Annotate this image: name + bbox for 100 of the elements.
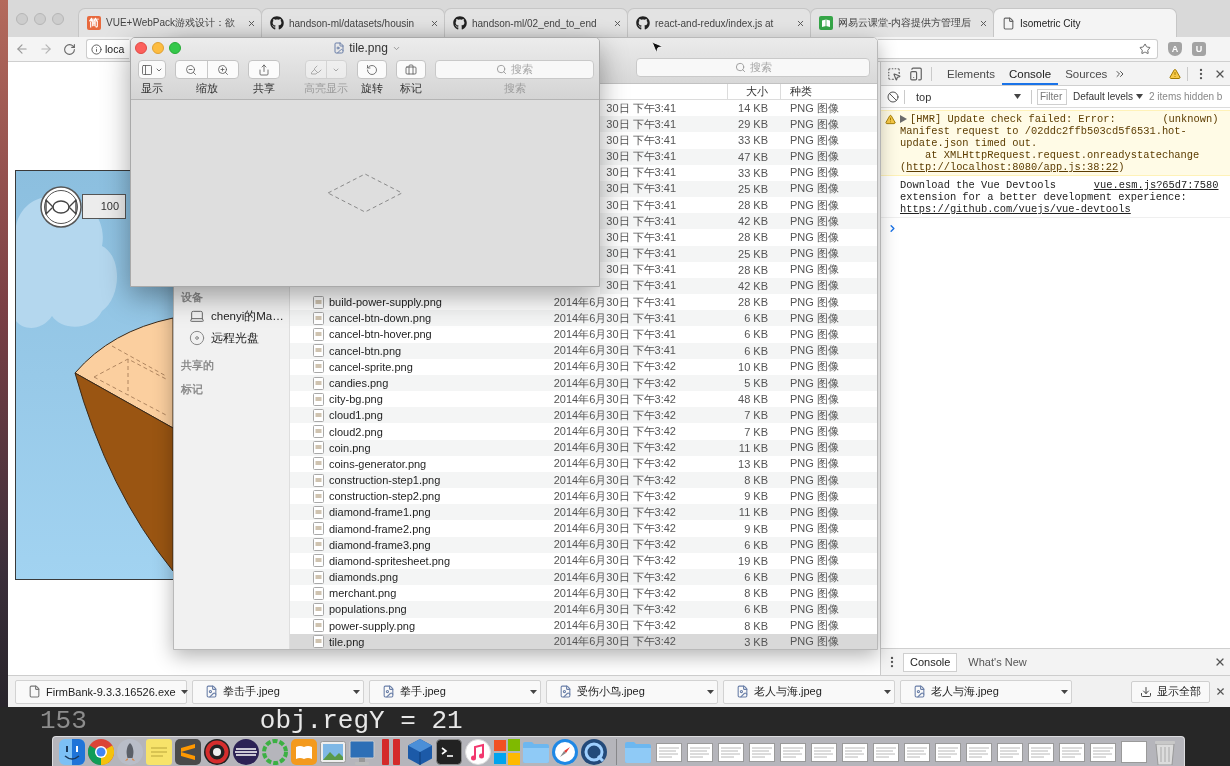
download-item[interactable]: 老人与海.jpeg xyxy=(900,679,1072,704)
maximize-button[interactable] xyxy=(169,42,181,54)
rocket-icon[interactable] xyxy=(117,738,143,765)
counter-display: 100 xyxy=(82,194,126,219)
back-icon[interactable] xyxy=(15,42,29,56)
file-row[interactable]: cloud1.png 2014年6月30日 下午3:42 7 KB PNG 图像 xyxy=(290,407,877,424)
forward-icon[interactable] xyxy=(39,42,53,56)
drawer-tab[interactable]: Console xyxy=(903,652,958,672)
clear-console-icon[interactable] xyxy=(887,90,899,103)
zoom-in-icon[interactable] xyxy=(216,63,229,76)
modified-date: 2014年6月30日 下午3:42 xyxy=(553,538,676,551)
toolbox-icon[interactable] xyxy=(405,63,417,76)
close-icon[interactable] xyxy=(613,18,622,28)
caret-icon[interactable] xyxy=(707,689,714,694)
close-icon[interactable] xyxy=(1215,686,1226,697)
show-all-button[interactable]: 显示全部 xyxy=(1131,680,1210,703)
minimize-button[interactable] xyxy=(152,42,164,54)
file-kind: PNG 图像 xyxy=(790,602,839,615)
close-icon[interactable] xyxy=(979,18,988,28)
browser-tab[interactable]: 简 VUE+WebPack游戏设计：欲 xyxy=(78,8,262,37)
caret-icon[interactable] xyxy=(530,689,537,694)
monitor-icon[interactable] xyxy=(349,738,375,765)
caret-icon[interactable] xyxy=(180,689,188,694)
browser-tab[interactable]: 网易云课堂-内容提供方管理后 xyxy=(810,8,994,37)
window-thumbnail-icon[interactable] xyxy=(1121,738,1147,765)
sidebar-item[interactable]: 远程光盘 xyxy=(181,327,289,349)
expand-triangle-icon[interactable] xyxy=(900,115,907,123)
file-icon xyxy=(28,685,41,698)
toolbar-button[interactable] xyxy=(396,60,426,79)
download-item[interactable]: 拳手.jpeg xyxy=(369,679,541,704)
face-icon[interactable] xyxy=(59,738,85,765)
devtools-tab[interactable]: Console xyxy=(1001,62,1059,85)
close-icon[interactable] xyxy=(796,18,805,28)
message-link[interactable]: http://localhost:8080/app.js:38:22 xyxy=(906,161,1119,173)
device-icon[interactable] xyxy=(909,66,923,81)
terminal-icon[interactable] xyxy=(436,738,462,765)
info-icon[interactable] xyxy=(91,43,102,55)
striped-circle-icon[interactable] xyxy=(233,738,259,765)
browser-tab[interactable]: handson-ml/02_end_to_end xyxy=(444,8,628,37)
toolbar-button[interactable] xyxy=(357,60,387,79)
rotate-icon[interactable] xyxy=(366,63,378,76)
four-squares-icon[interactable] xyxy=(494,738,520,765)
sidebar-icon[interactable] xyxy=(141,63,153,76)
share-icon[interactable] xyxy=(258,63,270,76)
caret-icon[interactable] xyxy=(353,689,360,694)
reload-icon[interactable] xyxy=(63,42,76,56)
trash-icon[interactable] xyxy=(1152,738,1178,765)
browser-icon[interactable] xyxy=(88,738,114,765)
segmented-control[interactable] xyxy=(175,60,239,79)
file-row[interactable]: cancel-btn-down.png 2014年6月30日 下午3:41 6 KB PNG 图像 xyxy=(290,310,877,327)
modified-date: 30日 下午3:41 xyxy=(606,101,676,114)
cube-icon[interactable] xyxy=(407,738,433,765)
code-editor-icon[interactable] xyxy=(175,738,201,765)
image-file-icon xyxy=(313,538,324,552)
menu-button[interactable] xyxy=(138,60,166,79)
file-row[interactable]: 30日 下午3:41 29 KB PNG 图像 xyxy=(600,116,877,133)
caret-icon[interactable] xyxy=(884,689,891,694)
warning-icon[interactable] xyxy=(1169,67,1181,80)
file-row[interactable]: 30日 下午3:41 42 KB PNG 图像 xyxy=(600,213,877,230)
file-row[interactable]: diamond-frame1.png 2014年6月30日 下午3:42 11 KB PNG 图像 xyxy=(290,504,877,521)
toolbar-button[interactable] xyxy=(248,60,280,79)
modified-date: 2014年6月30日 下午3:42 xyxy=(553,586,676,599)
file-row[interactable]: populations.png 2014年6月30日 下午3:42 6 KB PNG 图像 xyxy=(290,601,877,618)
sidebar-item[interactable]: chenyi的Ma… xyxy=(181,305,289,327)
picture-icon[interactable] xyxy=(320,738,346,765)
levels-dropdown[interactable]: Default levels xyxy=(1073,91,1144,102)
caret-icon[interactable] xyxy=(1061,689,1068,694)
download-item[interactable]: 拳击手.jpeg xyxy=(192,679,364,704)
address-field[interactable]: loca xyxy=(86,39,129,59)
download-item[interactable]: 受伤小鸟.jpeg xyxy=(546,679,718,704)
column-heading[interactable]: 大小 xyxy=(727,84,780,99)
browser-tab[interactable]: Isometric City xyxy=(993,8,1177,37)
devtools-tab[interactable]: Sources xyxy=(1058,62,1115,85)
browser-tab[interactable]: react-and-redux/index.js at xyxy=(627,8,811,37)
q-circle-icon[interactable] xyxy=(581,738,607,765)
message-link[interactable]: https://github.com/vuejs/vue-devtools xyxy=(900,203,1131,215)
close-icon[interactable] xyxy=(1214,656,1226,668)
download-item[interactable]: FirmBank-9.3.3.16526.exe xyxy=(15,679,187,704)
devtools-tab[interactable]: Elements xyxy=(940,62,1002,85)
browser-tab[interactable]: handson-ml/datasets/housin xyxy=(261,8,445,37)
address-field[interactable] xyxy=(878,39,1158,59)
file-kind: PNG 图像 xyxy=(790,554,839,567)
ring-icon[interactable] xyxy=(204,738,230,765)
source-link[interactable]: vue.esm.js?65d7:7580 xyxy=(1093,179,1219,191)
filter-field[interactable]: Filter xyxy=(1037,88,1067,105)
close-icon[interactable] xyxy=(430,18,439,28)
compass-icon[interactable] xyxy=(552,738,578,765)
inspect-icon[interactable] xyxy=(887,66,901,81)
download-item[interactable]: 老人与海.jpeg xyxy=(723,679,895,704)
music-note-icon[interactable] xyxy=(465,738,491,765)
column-heading[interactable]: 种类 xyxy=(780,84,877,99)
close-icon[interactable] xyxy=(247,18,256,28)
file-size: 6 KB xyxy=(744,538,768,551)
context-select[interactable]: top xyxy=(910,87,1026,106)
star-icon[interactable] xyxy=(1139,43,1151,55)
book-icon[interactable] xyxy=(291,738,317,765)
drawer-tab[interactable]: What's New xyxy=(961,652,1034,672)
zoom-out-icon[interactable] xyxy=(185,63,198,76)
close-button[interactable] xyxy=(135,42,147,54)
file-name: cloud1.png xyxy=(329,409,383,422)
